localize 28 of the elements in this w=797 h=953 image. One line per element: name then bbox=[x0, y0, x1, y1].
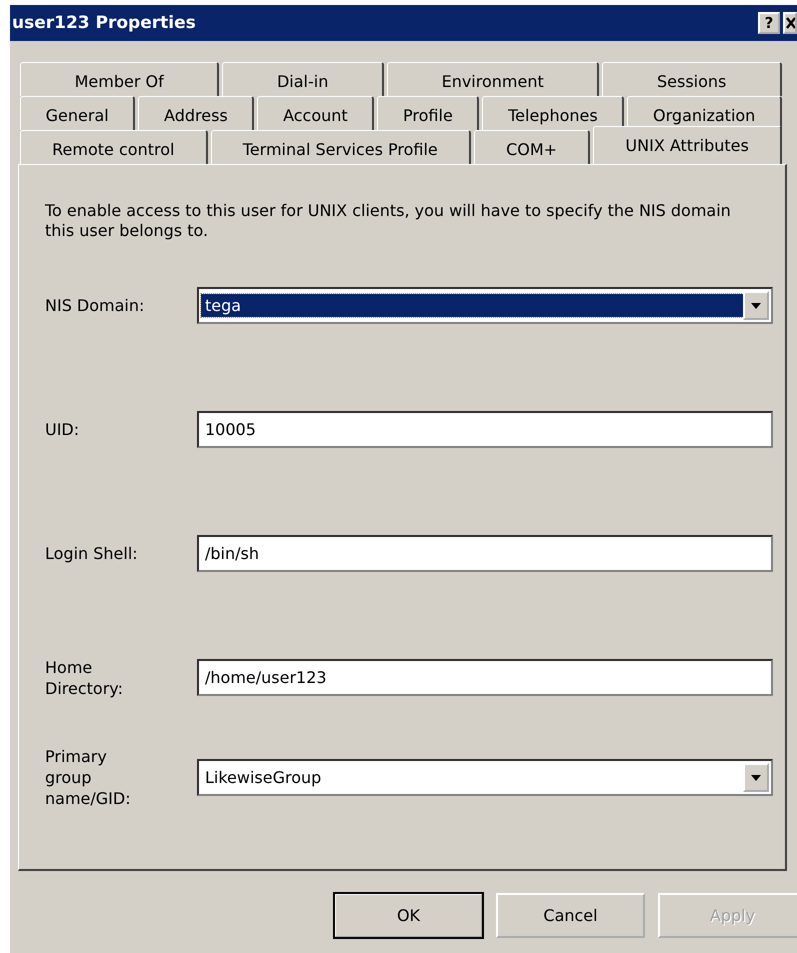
input-field[interactable]: /home/user123 bbox=[197, 659, 773, 696]
tab[interactable]: Account bbox=[257, 96, 374, 130]
field-label: UID: bbox=[45, 419, 80, 440]
input-field[interactable]: /bin/sh bbox=[197, 535, 773, 572]
tab[interactable]: Terminal Services Profile bbox=[210, 130, 471, 164]
tab[interactable]: Member Of bbox=[20, 62, 220, 96]
input-field[interactable]: 10005 bbox=[197, 411, 773, 448]
description-text: To enable access to this user for UNIX clients, you will have to specify the NIS domain this user belongs to. bbox=[45, 201, 732, 241]
dialog-button[interactable]: OK bbox=[334, 893, 483, 938]
field-label: Primary group name/GID: bbox=[45, 746, 132, 809]
tab[interactable]: Remote control bbox=[20, 130, 208, 164]
field-label: NIS Domain: bbox=[45, 295, 146, 316]
tab[interactable]: UNIX Attributes bbox=[593, 126, 782, 164]
dropdown[interactable]: tega bbox=[197, 287, 773, 324]
field-label: Home Directory: bbox=[45, 656, 124, 698]
tab[interactable]: Sessions bbox=[602, 62, 782, 96]
tab[interactable]: Address bbox=[138, 96, 254, 130]
tab[interactable]: Environment bbox=[386, 62, 600, 96]
window-title: user123 Properties bbox=[12, 13, 197, 33]
tab[interactable]: Telephones bbox=[482, 96, 624, 130]
help-button[interactable]: ? bbox=[758, 12, 780, 34]
field-label: Login Shell: bbox=[45, 543, 139, 564]
tab[interactable]: COM+ bbox=[474, 130, 590, 164]
tab[interactable]: General bbox=[20, 96, 136, 130]
dialog-button[interactable]: Cancel bbox=[496, 893, 645, 938]
dropdown[interactable]: LikewiseGroup bbox=[197, 759, 773, 796]
tab[interactable]: Dial-in bbox=[222, 62, 384, 96]
tab[interactable]: Profile bbox=[377, 96, 480, 130]
